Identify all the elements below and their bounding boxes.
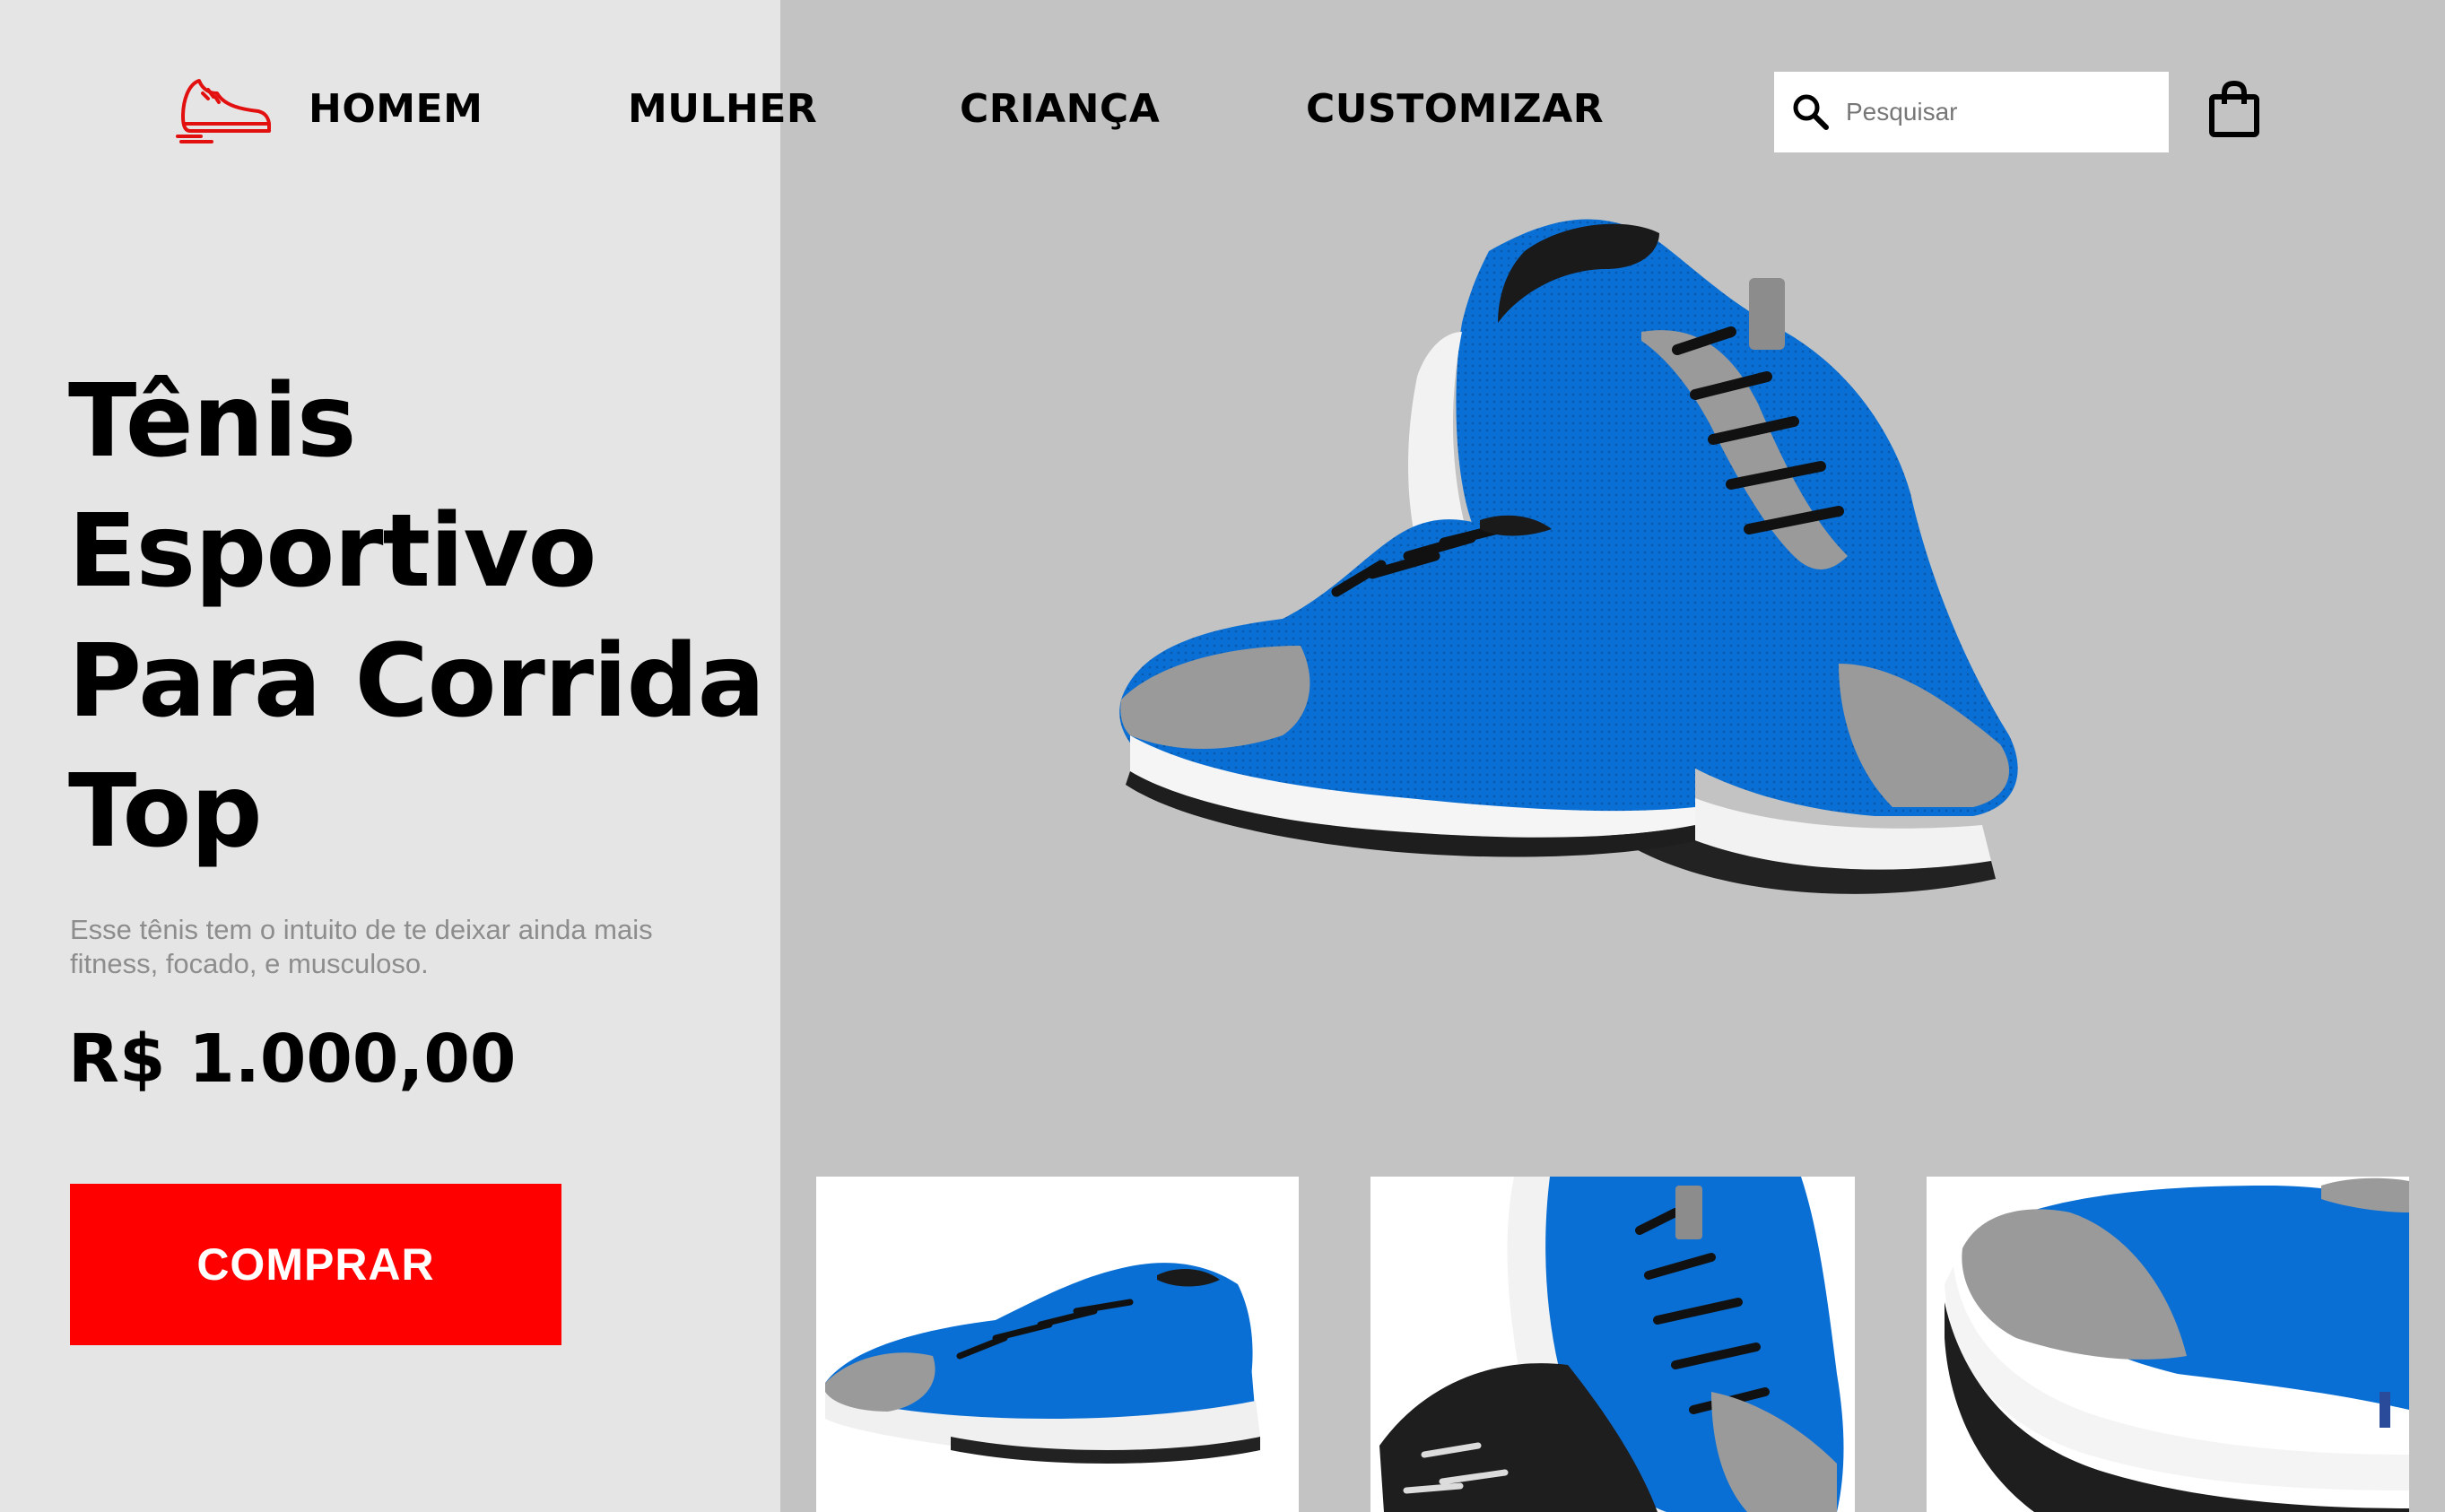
product-description: Esse tênis tem o intuito de te deixar ai… (70, 913, 716, 981)
product-description-line: Esse tênis tem o intuito de te deixar ai… (70, 914, 653, 945)
nav-link-customizar[interactable]: CUSTOMIZAR (1306, 86, 1604, 132)
search-input[interactable] (1846, 72, 2155, 152)
thumbnail-1[interactable] (816, 1177, 1299, 1512)
running-shoe-icon (176, 79, 271, 143)
logo[interactable] (176, 74, 274, 145)
thumbnail-image (1370, 1177, 1855, 1512)
search-box (1774, 72, 2169, 152)
cart-button[interactable] (2208, 80, 2260, 138)
product-price: R$ 1.000,00 (68, 1021, 517, 1098)
buy-button[interactable]: COMPRAR (70, 1184, 561, 1345)
shopping-bag-icon (2209, 80, 2259, 137)
search-icon[interactable] (1790, 91, 1832, 133)
product-hero-image[interactable] (1103, 197, 2090, 951)
product-title-line: Tênis (68, 363, 357, 480)
thumbnail-3[interactable] (1927, 1177, 2409, 1512)
product-description-line: fitness, focado, e musculoso. (70, 948, 429, 979)
thumbnail-image (1927, 1177, 2409, 1512)
nav-link-mulher[interactable]: MULHER (628, 86, 817, 132)
product-title: Tênis Esportivo Para Corrida Top (68, 357, 768, 877)
nav-link-homem[interactable]: HOMEM (309, 86, 483, 132)
product-title-line: Top (68, 753, 263, 870)
thumbnail-image (816, 1177, 1299, 1512)
thumbnail-2[interactable] (1370, 1177, 1855, 1512)
product-title-line: Para Corrida (68, 623, 765, 740)
product-title-line: Esportivo (68, 493, 596, 610)
nav-link-crianca[interactable]: CRIANÇA (960, 86, 1160, 132)
